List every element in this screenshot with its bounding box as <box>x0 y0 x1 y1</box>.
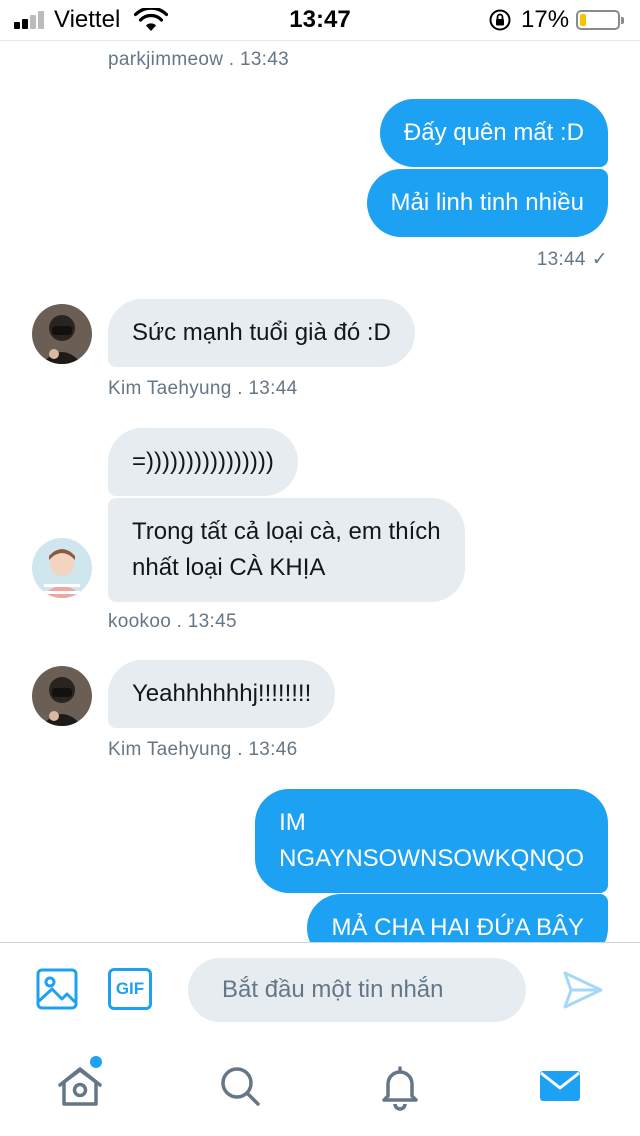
incoming-message[interactable]: Sức mạnh tuổi già đó :D <box>108 299 415 367</box>
gif-icon[interactable]: GIF <box>108 968 152 1010</box>
send-icon[interactable] <box>562 969 604 1011</box>
message-line: NGAYNSOWNSOWKQNQO <box>279 845 584 872</box>
outgoing-message[interactable]: Mải linh tinh nhiều <box>366 169 608 237</box>
message-meta: 13:44 ✓ <box>537 248 608 271</box>
status-bar: Viettel 13:47 17% <box>0 0 640 40</box>
home-icon[interactable] <box>54 1060 106 1112</box>
message-meta: parkjimmeow . 13:43 <box>108 49 289 70</box>
message-meta: Kim Taehyung . 13:44 <box>108 378 298 399</box>
sent-check-icon: ✓ <box>591 249 608 270</box>
message-time: 13:44 <box>536 249 586 270</box>
avatar-kim-taehyung[interactable] <box>32 304 92 364</box>
message-meta: Kim Taehyung . 13:46 <box>108 739 298 760</box>
message-line: IM <box>279 809 306 836</box>
incoming-message[interactable]: Yeahhhhhhj!!!!!!!! <box>108 660 336 728</box>
battery-percent: 17% <box>521 6 570 33</box>
battery-icon <box>576 10 624 30</box>
image-icon[interactable] <box>36 968 78 1010</box>
avatar-kim-taehyung[interactable] <box>32 666 92 726</box>
outgoing-message[interactable]: Đấy quên mất :D <box>379 99 608 167</box>
notifications-icon[interactable] <box>374 1060 426 1112</box>
message-list[interactable]: parkjimmeow . 13:43 Đấy quên mất :D Mải … <box>0 41 640 942</box>
message-input[interactable] <box>188 958 526 1022</box>
message-composer: GIF <box>0 943 640 1038</box>
incoming-message[interactable]: Trong tất cả loại cà, em thích nhất loại… <box>108 498 465 602</box>
rotation-lock-icon <box>489 9 511 31</box>
tab-bar <box>0 1038 640 1136</box>
messages-icon[interactable] <box>534 1060 586 1112</box>
battery-level <box>580 14 586 26</box>
avatar-kookoo[interactable] <box>32 538 92 598</box>
message-line: Trong tất cả loại cà, em thích <box>132 518 441 545</box>
outgoing-message[interactable]: MẢ CHA HAI ĐỨA BÂY <box>307 894 608 942</box>
message-meta: kookoo . 13:45 <box>108 611 237 632</box>
outgoing-message[interactable]: IM NGAYNSOWNSOWKQNQO <box>255 789 608 893</box>
home-notification-dot <box>90 1056 102 1068</box>
incoming-message[interactable]: =)))))))))))))))) <box>108 428 298 496</box>
search-icon[interactable] <box>214 1060 266 1112</box>
message-line: nhất loại CÀ KHỊA <box>132 554 326 581</box>
